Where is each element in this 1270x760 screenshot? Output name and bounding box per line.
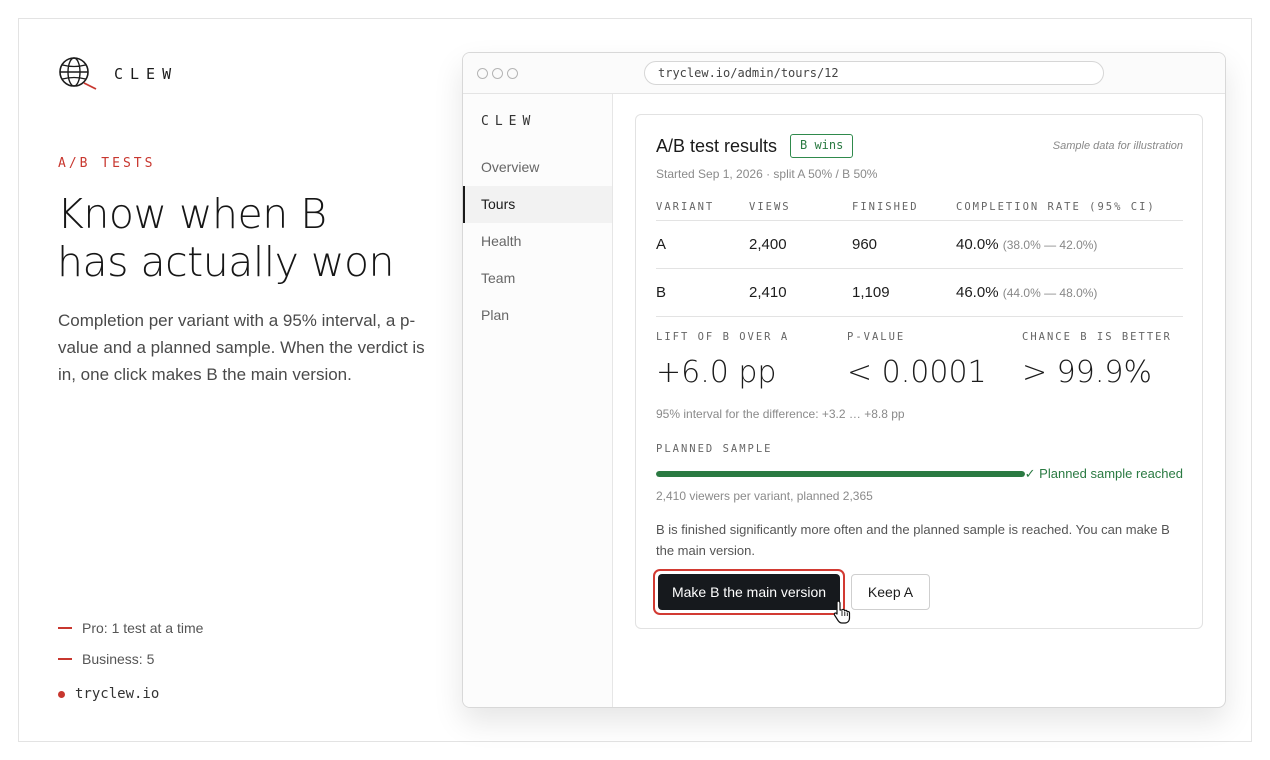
winner-badge: B wins	[790, 134, 854, 158]
headline-line-1: Know when B	[57, 190, 327, 238]
views-cell: 2,400	[749, 236, 787, 253]
maximize-window-icon[interactable]	[507, 68, 518, 79]
site-url: tryclew.io	[75, 686, 160, 702]
section-eyebrow: A/B TESTS	[58, 156, 156, 171]
site-link[interactable]: tryclew.io	[58, 686, 159, 702]
dash-icon	[58, 657, 72, 660]
column-header-rate: COMPLETION RATE (95% CI)	[956, 200, 1156, 213]
planned-sample-progress	[656, 471, 1025, 477]
plan-item-business: Business: 5	[58, 643, 203, 674]
sample-reached-status: ✓ Planned sample reached	[1024, 466, 1183, 481]
globe-magnifier-icon	[59, 57, 97, 90]
table-row: B 2,410 1,109 46.0% (44.0% — 48.0%)	[656, 269, 1183, 317]
admin-app: CLEW Overview Tours Health Team Plan A/B…	[463, 94, 1225, 707]
main-content: A/B test results B wins Sample data for …	[613, 94, 1225, 707]
browser-window: tryclew.io/admin/tours/12 CLEW Overview …	[462, 52, 1226, 708]
plan-label: Business: 5	[82, 650, 155, 667]
card-title: A/B test results	[656, 136, 778, 156]
stat-label: LIFT OF B OVER A	[656, 331, 790, 343]
column-header-views: VIEWS	[749, 200, 791, 213]
ab-results-card: A/B test results B wins Sample data for …	[635, 114, 1203, 629]
headline: Know when B has actually won	[57, 190, 395, 286]
column-header-variant: VARIANT	[656, 200, 715, 213]
finished-cell: 960	[852, 236, 878, 253]
rate-value: 46.0%	[956, 284, 999, 301]
stat-lift: LIFT OF B OVER A +6.0 pp	[656, 331, 789, 390]
sidebar-nav: Overview Tours Health Team Plan	[463, 149, 612, 334]
sidebar-item-health[interactable]: Health	[463, 223, 612, 260]
hero-description: Completion per variant with a 95% interv…	[58, 311, 425, 384]
sample-data-note: Sample data for illustration	[1052, 140, 1183, 152]
rate-cell: 46.0% (44.0% — 48.0%)	[956, 284, 1183, 301]
progress-fill	[656, 471, 1025, 477]
test-meta: Started Sep 1, 2026 · split A 50% / B 50…	[656, 167, 878, 181]
plan-item-pro: Pro: 1 test at a time	[58, 612, 203, 643]
difference-interval-note: 95% interval for the difference: +3.2 … …	[656, 407, 905, 421]
address-bar[interactable]: tryclew.io/admin/tours/12	[644, 61, 1104, 85]
stat-value: < 0.0001	[847, 355, 987, 390]
dot-icon	[58, 690, 65, 698]
window-controls	[477, 68, 518, 79]
stat-chance-better: CHANCE B IS BETTER > 99.9%	[1022, 331, 1172, 390]
brand-name: CLEW	[114, 65, 179, 83]
rate-interval: (44.0% — 48.0%)	[1002, 286, 1098, 300]
stat-label: CHANCE B IS BETTER	[1022, 331, 1172, 343]
sidebar: CLEW Overview Tours Health Team Plan	[463, 94, 613, 707]
results-table: VARIANT VIEWS FINISHED COMPLETION RATE (…	[656, 193, 1183, 317]
sidebar-item-plan[interactable]: Plan	[463, 297, 612, 334]
stat-value: > 99.9%	[1022, 355, 1152, 390]
headline-line-2: has actually won	[57, 238, 395, 286]
column-header-finished: FINISHED	[852, 200, 919, 213]
stat-value: +6.0 pp	[656, 355, 777, 390]
variant-cell: B	[656, 284, 667, 301]
plan-label: Pro: 1 test at a time	[82, 619, 204, 636]
stat-label: P-VALUE	[847, 331, 906, 343]
finished-cell: 1,109	[852, 284, 890, 301]
table-row: A 2,400 960 40.0% (38.0% — 42.0%)	[656, 221, 1183, 269]
keep-a-button[interactable]: Keep A	[851, 574, 930, 610]
verdict-text: B is finished significantly more often a…	[656, 522, 1170, 558]
plan-list: Pro: 1 test at a time Business: 5	[58, 612, 203, 674]
browser-chrome: tryclew.io/admin/tours/12	[463, 53, 1225, 94]
minimize-window-icon[interactable]	[492, 68, 503, 79]
stat-p-value: P-VALUE < 0.0001	[847, 331, 987, 390]
views-cell: 2,410	[749, 284, 787, 301]
variant-cell: A	[656, 236, 667, 253]
close-window-icon[interactable]	[477, 68, 488, 79]
brand: CLEW	[58, 56, 178, 92]
primary-button-focus-ring: Make B the main version	[653, 569, 845, 615]
table-header: VARIANT VIEWS FINISHED COMPLETION RATE (…	[656, 193, 1183, 221]
sidebar-item-team[interactable]: Team	[463, 260, 612, 297]
sidebar-brand: CLEW	[481, 114, 537, 129]
rate-interval: (38.0% — 42.0%)	[1002, 238, 1098, 252]
rate-cell: 40.0% (38.0% — 42.0%)	[956, 236, 1183, 253]
make-b-main-button[interactable]: Make B the main version	[658, 574, 840, 610]
planned-sample-label: PLANNED SAMPLE	[656, 443, 773, 455]
dash-icon	[58, 626, 72, 629]
sidebar-item-tours[interactable]: Tours	[463, 186, 612, 223]
pointer-cursor-icon	[833, 600, 851, 624]
rate-value: 40.0%	[956, 236, 999, 253]
viewers-note: 2,410 viewers per variant, planned 2,365	[656, 489, 873, 503]
sidebar-item-overview[interactable]: Overview	[463, 149, 612, 186]
